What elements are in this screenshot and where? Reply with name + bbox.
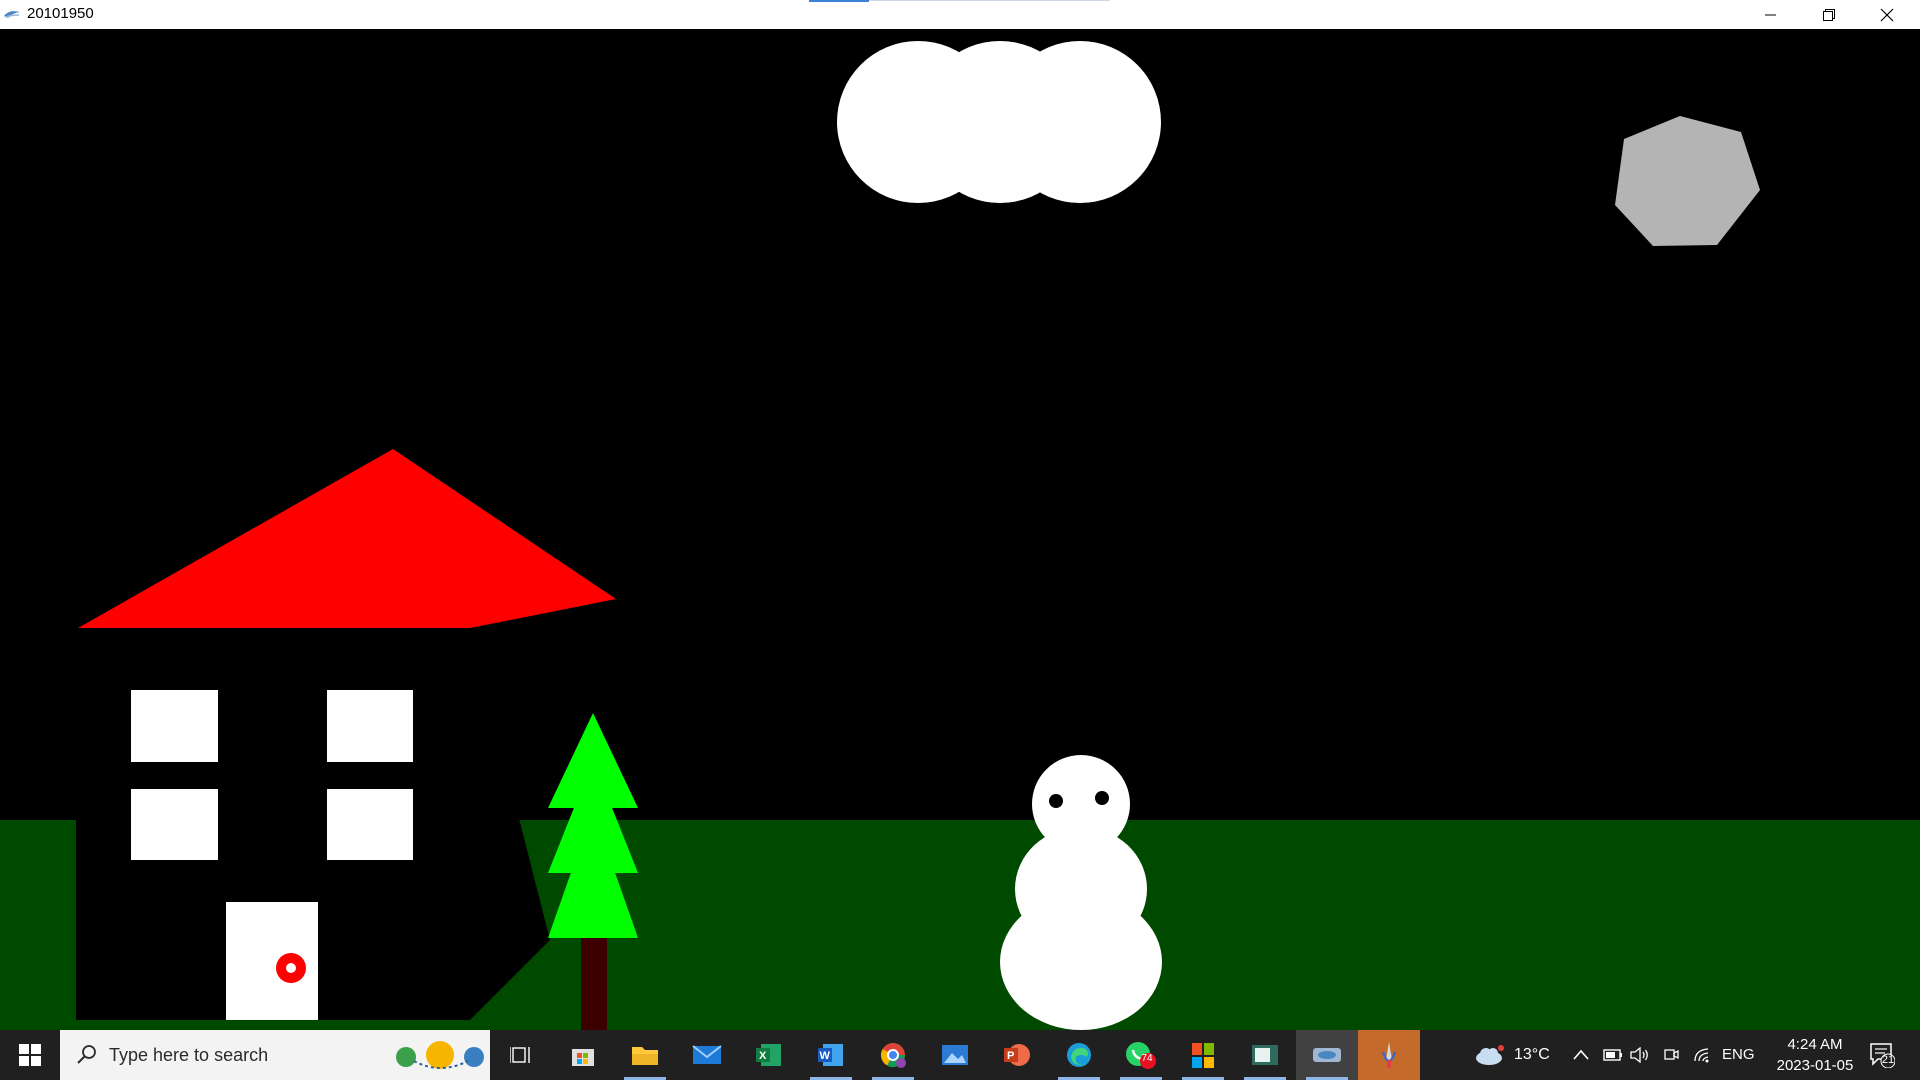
office-icon [1192,1043,1214,1068]
start-button[interactable] [0,1030,60,1080]
taskbar: Type here to search X W P 74 13°C ENG 4:… [0,1030,1920,1080]
taskbar-notepad[interactable] [1234,1030,1296,1080]
title-accent-line [869,0,1110,1]
taskbar-file-explorer[interactable] [614,1030,676,1080]
minimize-button[interactable] [1742,0,1800,29]
minimize-icon [1765,14,1776,15]
search-placeholder: Type here to search [109,1045,269,1065]
snowman-eye-left [1049,794,1063,808]
show-hidden-icons-chevron-up-icon[interactable] [1573,1049,1589,1061]
chrome-icon [880,1043,906,1068]
photos-icon [942,1045,968,1065]
drawing-canvas[interactable] [0,29,1920,1030]
taskbar-whatsapp[interactable]: 74 [1110,1030,1172,1080]
restore-icon [1823,8,1835,21]
edge-icon [1067,1043,1091,1067]
taskbar-powerpoint[interactable]: P [986,1030,1048,1080]
tree-trunk [581,935,607,1030]
weather-cloud-icon[interactable] [1474,1044,1504,1066]
language-indicator[interactable]: ENG [1722,1046,1755,1063]
notepad-icon [1252,1045,1278,1065]
weather-temperature[interactable]: 13°C [1514,1046,1550,1064]
taskbar-mail[interactable] [676,1030,738,1080]
close-icon [1880,8,1894,21]
excel-icon: X [756,1044,781,1066]
battery-icon[interactable] [1603,1049,1623,1061]
taskbar-excel[interactable]: X [738,1030,800,1080]
windows-logo-icon [19,1044,41,1066]
meet-now-icon[interactable] [1663,1047,1679,1063]
window-top-left [131,690,218,762]
taskbar-photos[interactable] [924,1030,986,1080]
clock-date[interactable]: 2023-01-05 [1769,1057,1861,1074]
app-icon [4,11,20,18]
notification-count: 21 [1881,1054,1895,1066]
snowman-head [1032,755,1130,853]
word-icon: W [818,1044,843,1066]
search-box[interactable]: Type here to search [60,1030,490,1080]
taskbar-edge[interactable] [1048,1030,1110,1080]
title-bar: 20101950 [0,0,1920,29]
taskbar-office[interactable] [1172,1030,1234,1080]
svg-text:P: P [1007,1050,1014,1062]
task-view-button[interactable] [490,1030,552,1080]
search-icon [77,1045,96,1064]
snowman-eye-right [1095,791,1109,805]
taskbar-microsoft-store[interactable] [552,1030,614,1080]
door-knob-center [286,963,296,973]
title-accent [809,0,869,2]
taskbar-word[interactable]: W [800,1030,862,1080]
taskbar-chrome[interactable] [862,1030,924,1080]
whatsapp-badge: 74 [1141,1053,1153,1064]
paint-app-icon [1381,1042,1397,1068]
window-title: 20101950 [27,5,94,22]
taskbar-running-app[interactable] [1296,1030,1358,1080]
wifi-icon[interactable] [1693,1047,1711,1063]
taskbar-paint-app[interactable] [1358,1030,1420,1080]
window-bottom-left [131,789,218,860]
close-button[interactable] [1858,0,1916,29]
folder-icon [632,1047,658,1065]
cloud [837,41,1161,203]
running-app-icon [1313,1048,1341,1062]
store-icon [572,1049,594,1066]
clock-time[interactable]: 4:24 AM [1779,1036,1851,1053]
mail-icon [692,1045,722,1064]
search-highlight-icon [396,1041,484,1069]
svg-text:X: X [759,1050,767,1062]
window-bottom-right [327,789,413,860]
window-top-right [327,690,413,762]
restore-button[interactable] [1800,0,1858,29]
task-view-icon [510,1047,530,1063]
svg-text:W: W [820,1050,831,1062]
powerpoint-icon: P [1004,1044,1030,1066]
volume-icon[interactable] [1630,1047,1650,1063]
